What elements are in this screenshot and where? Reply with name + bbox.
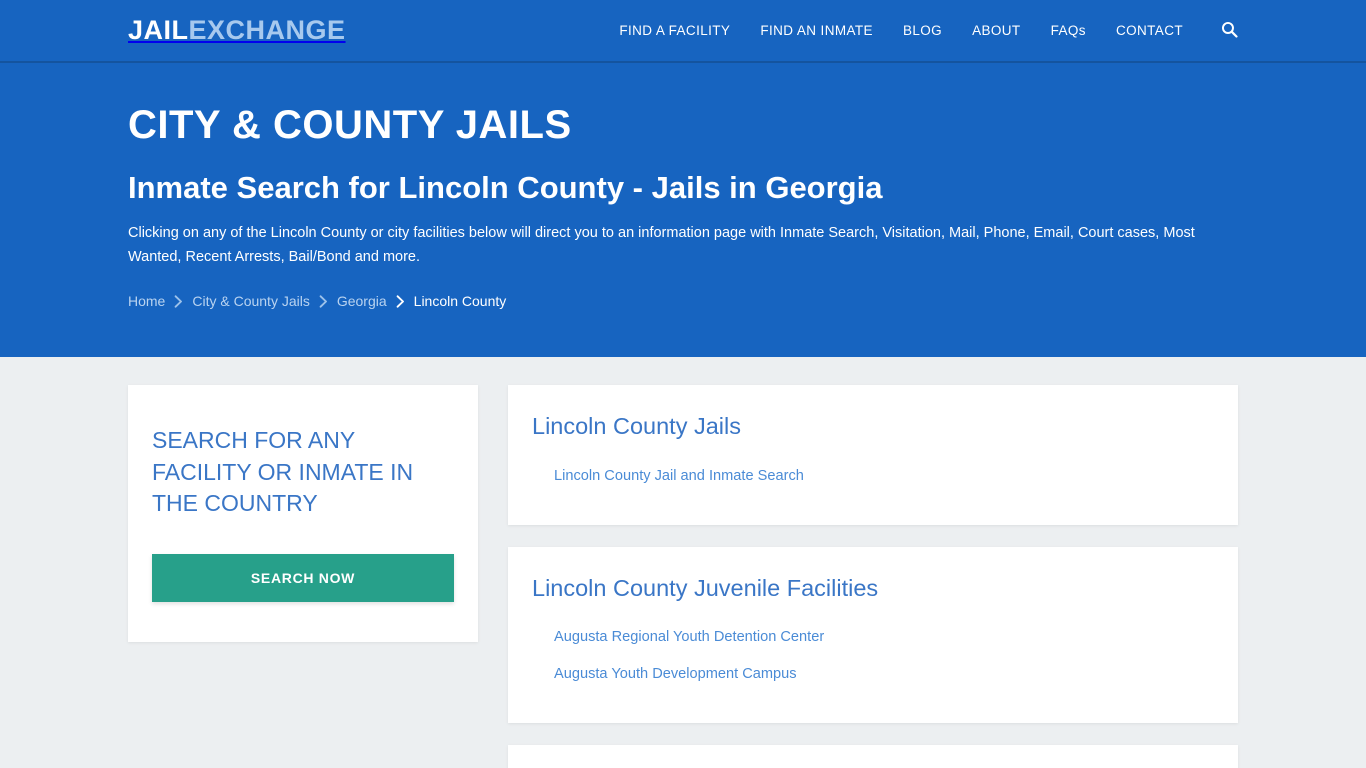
search-promo-title: SEARCH FOR ANY FACILITY OR INMATE IN THE… xyxy=(152,427,414,517)
nav-find-a-facility[interactable]: FIND A FACILITY xyxy=(619,23,730,38)
list-item: Lincoln County Jail and Inmate Search xyxy=(532,458,1214,495)
nav-faqs[interactable]: FAQs xyxy=(1051,23,1086,38)
hero-section: CITY & COUNTY JAILS Inmate Search for Li… xyxy=(0,63,1366,357)
hero-description: Clicking on any of the Lincoln County or… xyxy=(128,225,1195,265)
search-promo-card: SEARCH FOR ANY FACILITY OR INMATE IN THE… xyxy=(128,385,478,643)
primary-navigation: FIND A FACILITY FIND AN INMATE BLOG ABOU… xyxy=(619,21,1238,41)
search-now-button[interactable]: SEARCH NOW xyxy=(152,554,454,603)
site-logo[interactable]: JAILEXCHANGE xyxy=(128,17,346,44)
list-item: Augusta Regional Youth Detention Center xyxy=(532,619,1214,656)
chevron-right-icon xyxy=(174,295,183,308)
facility-link[interactable]: Augusta Regional Youth Detention Center xyxy=(532,619,1214,656)
panel-lincoln-county-jails: Lincoln County Jails Lincoln County Jail… xyxy=(508,385,1238,525)
panel-title: Lincoln County Juvenile Facilities xyxy=(532,574,879,601)
panel-other-jails-nearby: Other Jails Nearby (to your current coun… xyxy=(508,745,1238,768)
nav-about[interactable]: ABOUT xyxy=(972,23,1021,38)
breadcrumb-item-georgia[interactable]: Georgia xyxy=(337,293,387,309)
breadcrumb-item-current: Lincoln County xyxy=(413,293,507,310)
facility-list: Lincoln County Jail and Inmate Search xyxy=(532,458,1214,495)
facility-link[interactable]: Augusta Youth Development Campus xyxy=(532,656,1214,693)
search-icon xyxy=(1221,21,1238,41)
list-item: Augusta Youth Development Campus xyxy=(532,656,1214,693)
sidebar: SEARCH FOR ANY FACILITY OR INMATE IN THE… xyxy=(128,385,478,643)
breadcrumb: Home City & County Jails Georgia Lincoln… xyxy=(128,291,1238,309)
breadcrumb-item-city-county-jails[interactable]: City & County Jails xyxy=(192,293,309,309)
panel-lincoln-county-juvenile-facilities: Lincoln County Juvenile Facilities Augus… xyxy=(508,546,1238,723)
page-title: Inmate Search for Lincoln County - Jails… xyxy=(128,170,883,205)
chevron-right-icon xyxy=(319,295,328,308)
nav-find-an-inmate[interactable]: FIND AN INMATE xyxy=(760,23,873,38)
panel-title: Lincoln County Jails xyxy=(532,413,741,439)
nav-contact[interactable]: CONTACT xyxy=(1116,23,1183,38)
search-toggle-button[interactable] xyxy=(1221,21,1238,41)
facility-list: Augusta Regional Youth Detention Center … xyxy=(532,619,1214,693)
nav-blog[interactable]: BLOG xyxy=(903,23,942,38)
facility-panels: Lincoln County Jails Lincoln County Jail… xyxy=(508,385,1238,768)
hero-kicker: CITY & COUNTY JAILS xyxy=(128,103,572,147)
site-header: JAILEXCHANGE FIND A FACILITY FIND AN INM… xyxy=(0,0,1366,63)
facility-link[interactable]: Lincoln County Jail and Inmate Search xyxy=(532,458,1214,495)
logo-text-primary: JAIL xyxy=(128,15,189,45)
breadcrumb-item-home[interactable]: Home xyxy=(128,293,165,309)
main-content: SEARCH FOR ANY FACILITY OR INMATE IN THE… xyxy=(0,357,1366,768)
chevron-right-icon xyxy=(396,295,405,308)
logo-text-secondary: EXCHANGE xyxy=(188,15,346,45)
